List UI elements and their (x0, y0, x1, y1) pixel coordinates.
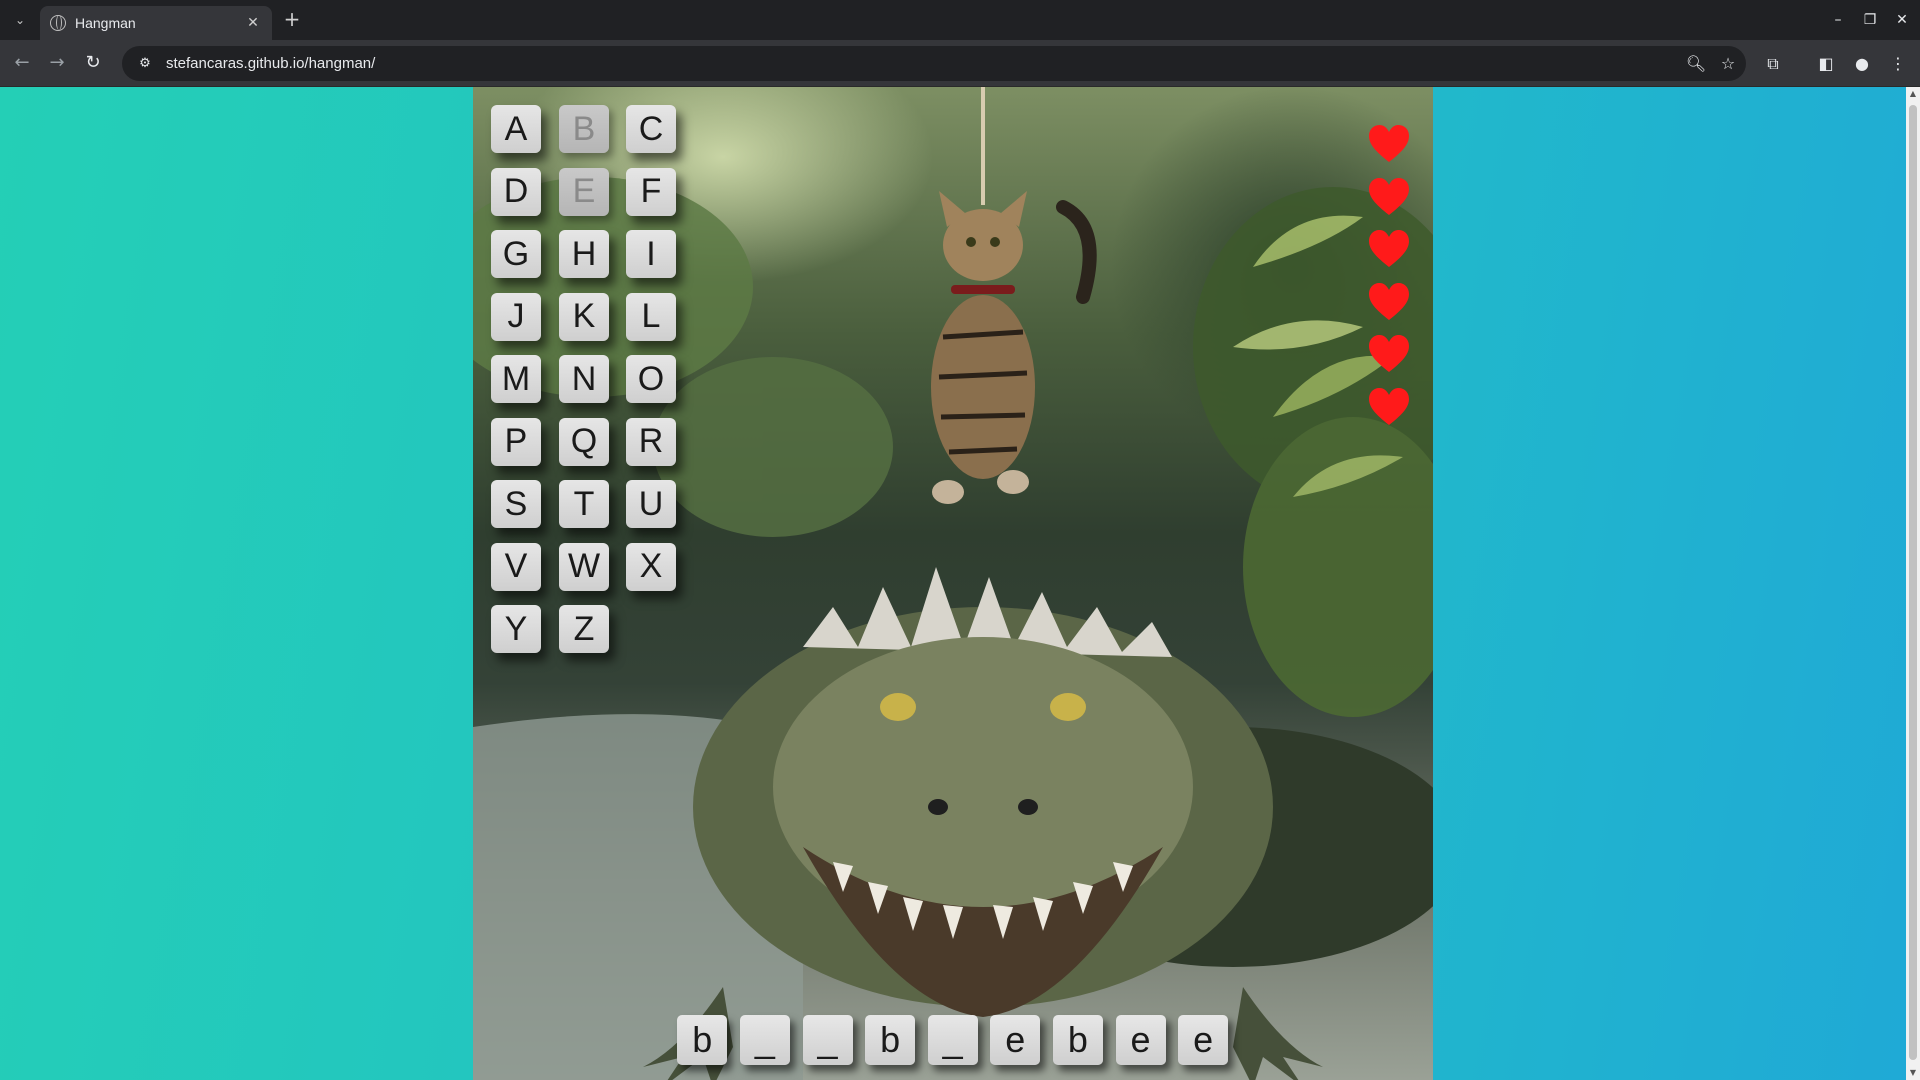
word-slot: b (1052, 1015, 1103, 1065)
url-text[interactable]: stefancaras.github.io/hangman/ (166, 55, 1682, 72)
letter-key-k[interactable]: K (559, 292, 609, 341)
word-slot: _ (802, 1015, 853, 1065)
letter-key-b[interactable]: B (559, 105, 609, 153)
letter-key-m[interactable]: M (491, 355, 541, 403)
close-tab-icon[interactable]: ✕ (244, 15, 262, 31)
heart-icon (1367, 177, 1411, 217)
profile-icon[interactable]: ● (1848, 50, 1876, 78)
letter-key-n[interactable]: N (559, 355, 609, 403)
scrollbar-thumb[interactable] (1909, 105, 1917, 1060)
letter-key-r[interactable]: R (626, 417, 676, 466)
close-window-icon[interactable]: ✕ (1888, 8, 1916, 32)
bookmark-star-icon[interactable]: ☆ (1714, 50, 1742, 78)
address-bar[interactable]: ⚙ stefancaras.github.io/hangman/ 🔍︎ ☆ (122, 46, 1746, 81)
page-scrollbar[interactable]: ▲ ▼ (1906, 87, 1920, 1080)
minimize-icon[interactable]: – (1824, 8, 1852, 32)
reload-icon[interactable]: ↻ (80, 50, 106, 76)
letter-key-u[interactable]: U (626, 480, 676, 528)
letter-key-o[interactable]: O (626, 355, 676, 403)
letter-key-s[interactable]: S (491, 480, 541, 528)
tab-hangman[interactable]: Hangman ✕ (40, 6, 272, 40)
zoom-icon[interactable]: 🔍︎ (1682, 50, 1710, 78)
game-illustration (473, 87, 1433, 1080)
word-slot: b (677, 1015, 728, 1065)
word-slot: e (1115, 1015, 1166, 1065)
extensions-icon[interactable]: ⧉ (1759, 50, 1787, 78)
letter-key-j[interactable]: J (491, 292, 541, 341)
page-viewport: ABCDEFGHIJKLMNOPQRSTUVWXYZ b _ _ b _ e b e e ▲ ▼ (0, 87, 1920, 1080)
tab-strip: ⌄ Hangman ✕ + – ❐ ✕ (0, 0, 1920, 40)
word-slot: _ (927, 1015, 978, 1065)
word-slot: b (865, 1015, 916, 1065)
restore-icon[interactable]: ❐ (1856, 8, 1884, 32)
letter-key-x[interactable]: X (626, 542, 676, 591)
letter-key-y[interactable]: Y (491, 605, 541, 653)
heart-icon (1367, 124, 1411, 164)
letter-key-h[interactable]: H (559, 230, 609, 278)
side-panel-icon[interactable]: ◧ (1812, 50, 1840, 78)
letter-key-p[interactable]: P (491, 417, 541, 466)
heart-icon (1367, 334, 1411, 374)
letter-key-v[interactable]: V (491, 542, 541, 591)
letter-key-f[interactable]: F (626, 167, 676, 216)
site-info-icon[interactable]: ⚙ (134, 53, 156, 75)
letter-key-e[interactable]: E (559, 167, 609, 216)
scroll-up-arrow-icon[interactable]: ▲ (1906, 87, 1920, 101)
heart-icon (1367, 282, 1411, 322)
scroll-down-arrow-icon[interactable]: ▼ (1906, 1066, 1920, 1080)
game-board: ABCDEFGHIJKLMNOPQRSTUVWXYZ b _ _ b _ e b e e (473, 87, 1433, 1080)
letter-key-a[interactable]: A (491, 105, 541, 153)
cat-figure (931, 191, 1097, 504)
heart-icon (1367, 229, 1411, 269)
forward-arrow-icon[interactable]: → (44, 50, 70, 76)
tab-search-icon[interactable]: ⌄ (8, 8, 32, 32)
word-slot: _ (739, 1015, 790, 1065)
globe-icon (50, 15, 66, 31)
heart-icon (1367, 387, 1411, 427)
letter-key-w[interactable]: W (559, 542, 609, 591)
word-slot: e (990, 1015, 1041, 1065)
word-slot: e (1178, 1015, 1229, 1065)
letter-key-z[interactable]: Z (559, 605, 609, 653)
new-tab-button[interactable]: + (280, 8, 304, 32)
letter-key-t[interactable]: T (559, 480, 609, 528)
letter-key-d[interactable]: D (491, 167, 541, 216)
tab-title: Hangman (75, 15, 136, 31)
letter-key-c[interactable]: C (626, 105, 676, 153)
back-arrow-icon[interactable]: ← (9, 50, 35, 76)
menu-kebab-icon[interactable]: ⋮ (1884, 50, 1912, 78)
letter-key-g[interactable]: G (491, 230, 541, 278)
browser-toolbar: ← → ↻ ⚙ stefancaras.github.io/hangman/ 🔍… (0, 40, 1920, 87)
letter-key-q[interactable]: Q (559, 417, 609, 466)
letter-key-i[interactable]: I (626, 230, 676, 278)
letter-key-l[interactable]: L (626, 292, 676, 341)
